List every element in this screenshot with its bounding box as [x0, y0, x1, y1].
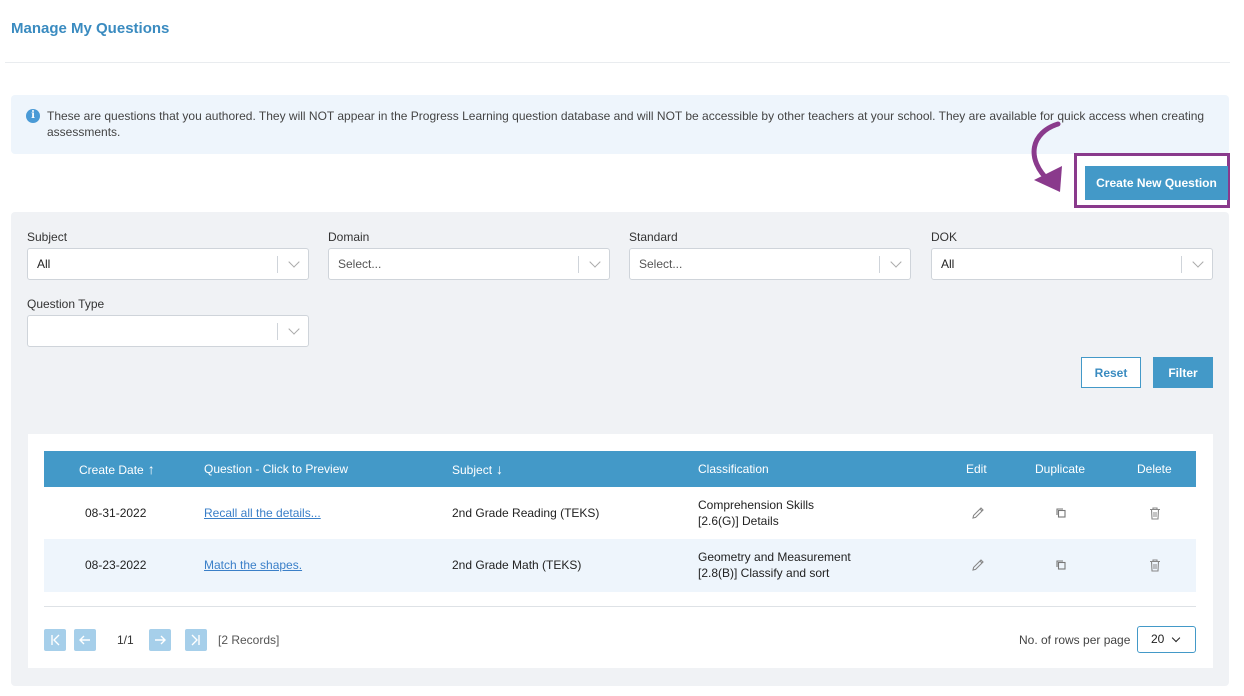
- copy-icon[interactable]: [1053, 557, 1069, 573]
- chevron-down-icon: [288, 323, 300, 335]
- dok-select[interactable]: All: [931, 248, 1213, 280]
- row-classification-standard: [2.8(B)] Classify and sort: [698, 566, 830, 580]
- domain-select-value: Select...: [338, 257, 382, 271]
- row-classification: Geometry and Measurement [2.8(B)] Classi…: [698, 549, 851, 581]
- chevron-down-icon: [288, 256, 300, 268]
- sort-up-icon: ↑: [147, 461, 155, 477]
- select-separator: [277, 323, 278, 340]
- table-row: 08-23-2022 Match the shapes. 2nd Grade M…: [44, 539, 1196, 592]
- chevron-down-icon: [890, 256, 902, 268]
- title-divider: [5, 62, 1230, 63]
- row-classification-domain: Geometry and Measurement: [698, 550, 851, 564]
- row-create-date: 08-23-2022: [85, 558, 147, 572]
- arrow-right-icon: [155, 635, 166, 645]
- row-question-link[interactable]: Recall all the details...: [204, 487, 321, 540]
- subject-filter: Subject All: [27, 230, 309, 280]
- rows-per-page-value: 20: [1151, 632, 1165, 646]
- last-page-button[interactable]: [185, 629, 207, 651]
- page-indicator: 1/1: [117, 633, 134, 647]
- last-page-icon: [191, 634, 200, 646]
- select-separator: [1181, 256, 1182, 273]
- copy-icon[interactable]: [1053, 505, 1069, 521]
- table-divider: [44, 606, 1196, 607]
- question-type-select[interactable]: [27, 315, 309, 347]
- header-create-date[interactable]: Create Date ↑: [79, 451, 155, 487]
- reset-button[interactable]: Reset: [1081, 357, 1141, 388]
- filter-button[interactable]: Filter: [1153, 357, 1213, 388]
- first-page-icon: [51, 634, 60, 646]
- prev-page-button[interactable]: [74, 629, 96, 651]
- dok-select-value: All: [941, 257, 955, 271]
- chevron-down-icon: [1171, 633, 1181, 643]
- rows-per-page-select[interactable]: 20: [1137, 626, 1196, 653]
- question-type-filter: Question Type: [27, 297, 309, 347]
- select-separator: [879, 256, 880, 273]
- info-icon: i: [26, 109, 40, 123]
- select-separator: [578, 256, 579, 273]
- domain-filter: Domain Select...: [328, 230, 610, 280]
- pencil-icon[interactable]: [970, 505, 986, 521]
- standard-select-value: Select...: [639, 257, 683, 271]
- question-type-filter-label: Question Type: [27, 297, 105, 311]
- header-duplicate: Duplicate: [1035, 462, 1086, 476]
- create-new-question-button[interactable]: Create New Question: [1085, 166, 1228, 200]
- header-subject[interactable]: Subject ↓: [452, 451, 503, 487]
- row-create-date: 08-31-2022: [85, 506, 147, 520]
- row-subject: 2nd Grade Reading (TEKS): [452, 506, 600, 520]
- pencil-icon[interactable]: [970, 557, 986, 573]
- header-subject-label: Subject: [452, 463, 493, 477]
- trash-icon[interactable]: [1147, 557, 1163, 573]
- standard-filter-label: Standard: [629, 230, 678, 244]
- sort-down-icon: ↓: [496, 461, 504, 477]
- page-title: Manage My Questions: [11, 20, 170, 37]
- rows-per-page-label: No. of rows per page: [1019, 633, 1131, 647]
- next-page-button[interactable]: [149, 629, 171, 651]
- row-classification-standard: [2.6(G)] Details: [698, 514, 779, 528]
- subject-select[interactable]: All: [27, 248, 309, 280]
- domain-filter-label: Domain: [328, 230, 370, 244]
- records-count: [2 Records]: [218, 633, 280, 647]
- header-create-date-label: Create Date: [79, 463, 144, 477]
- header-delete: Delete: [1137, 462, 1172, 476]
- standard-filter: Standard Select...: [629, 230, 911, 280]
- chevron-down-icon: [589, 256, 601, 268]
- header-question: Question - Click to Preview: [204, 462, 349, 476]
- header-classification: Classification: [698, 462, 769, 476]
- first-page-button[interactable]: [44, 629, 66, 651]
- chevron-down-icon: [1192, 256, 1204, 268]
- standard-select[interactable]: Select...: [629, 248, 911, 280]
- row-question-link[interactable]: Match the shapes.: [204, 539, 302, 592]
- select-separator: [277, 256, 278, 273]
- dok-filter-label: DOK: [931, 230, 958, 244]
- arrow-left-icon: [79, 635, 90, 645]
- table-header: Create Date ↑ Question - Click to Preview…: [44, 451, 1196, 487]
- row-classification-domain: Comprehension Skills: [698, 498, 815, 512]
- subject-select-value: All: [37, 257, 51, 271]
- trash-icon[interactable]: [1147, 505, 1163, 521]
- dok-filter: DOK All: [931, 230, 1213, 280]
- domain-select[interactable]: Select...: [328, 248, 610, 280]
- table-row: 08-31-2022 Recall all the details... 2nd…: [44, 487, 1196, 540]
- header-edit: Edit: [966, 462, 987, 476]
- row-classification: Comprehension Skills [2.6(G)] Details: [698, 497, 814, 529]
- subject-filter-label: Subject: [27, 230, 68, 244]
- row-subject: 2nd Grade Math (TEKS): [452, 558, 582, 572]
